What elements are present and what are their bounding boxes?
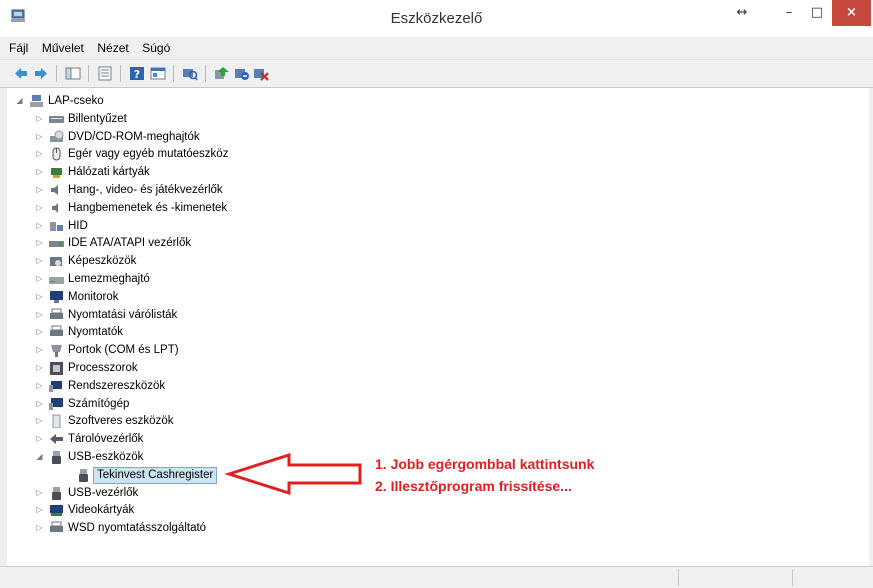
status-bar	[0, 566, 873, 588]
status-cell	[792, 569, 793, 586]
annotation-layer	[224, 452, 362, 496]
annotation-line-2: 2. Illesztőprogram frissítése...	[375, 478, 572, 494]
annotation-line-1: 1. Jobb egérgombbal kattintsunk	[375, 456, 595, 472]
annotation-arrow	[224, 452, 362, 496]
status-cell	[678, 569, 679, 586]
